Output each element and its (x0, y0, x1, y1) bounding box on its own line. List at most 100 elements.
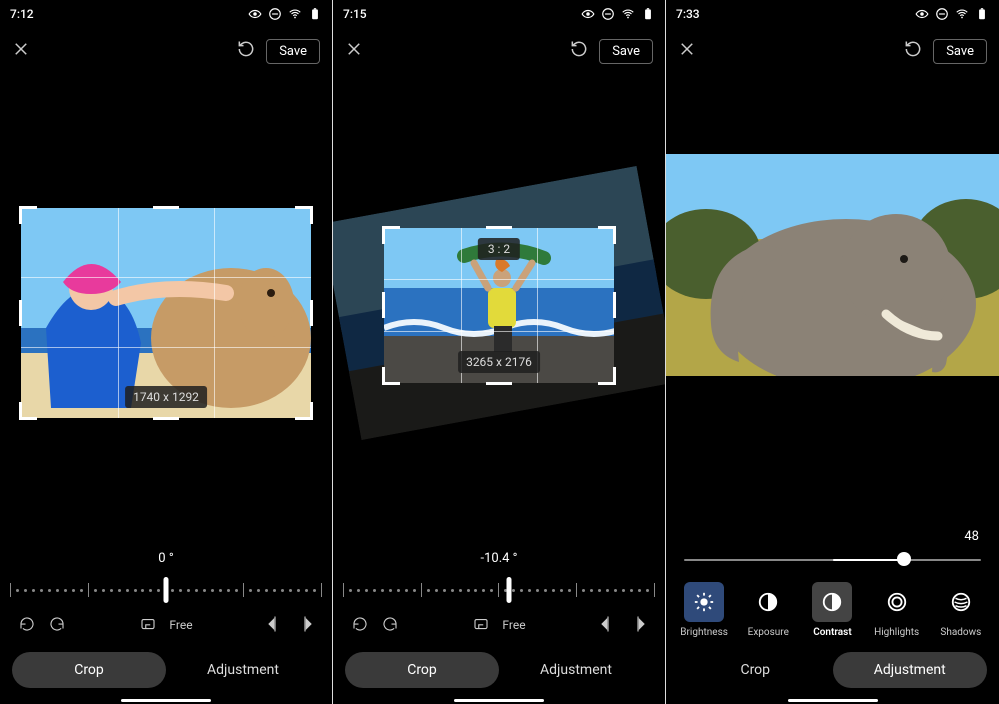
adjust-brightness-label: Brightness (680, 627, 728, 638)
crop-handle-bl[interactable] (19, 402, 37, 420)
tab-adjustment[interactable]: Adjustment (166, 652, 320, 688)
revert-button[interactable] (236, 39, 256, 63)
contrast-icon (812, 582, 852, 622)
crop-handle-tr[interactable] (598, 226, 616, 244)
adjustment-value: 48 (964, 529, 999, 550)
rotation-thumb[interactable] (164, 577, 169, 603)
eye-icon (915, 7, 929, 21)
crop-handle-right[interactable] (613, 292, 616, 318)
crop-tool-row: Free (0, 608, 332, 642)
crop-handle-br[interactable] (295, 402, 313, 420)
screen-crop-free: 7:12 Save (0, 0, 333, 704)
screen-adjustment: 7:33 Save (666, 0, 999, 704)
status-icons (581, 7, 655, 21)
battery-icon (641, 7, 655, 21)
status-bar: 7:12 (0, 0, 332, 28)
flip-vertical-button[interactable] (296, 615, 314, 636)
crop-handle-tl[interactable] (19, 206, 37, 224)
flip-vertical-button[interactable] (629, 615, 647, 636)
mode-tabs: Crop Adjustment (0, 642, 332, 696)
status-bar: 7:33 (666, 0, 999, 28)
adjust-contrast-button[interactable]: Contrast (803, 582, 861, 638)
dnd-icon (268, 7, 282, 21)
crop-dimensions: 1740 x 1292 (125, 386, 207, 408)
save-button[interactable]: Save (599, 39, 653, 64)
wifi-icon (288, 7, 302, 21)
close-button[interactable] (12, 40, 30, 62)
crop-handle-tl[interactable] (382, 226, 400, 244)
adjustment-tool-row: Brightness ExposureContrastHighlights Shad… (666, 582, 999, 642)
screen-crop-rotated: 7:15 Save (333, 0, 666, 704)
revert-button[interactable] (903, 39, 923, 63)
crop-handle-bottom[interactable] (153, 417, 179, 420)
shadows-icon (941, 582, 981, 622)
adjust-shadows-button[interactable]: Shadows (932, 582, 990, 638)
tab-crop[interactable]: Crop (12, 652, 166, 688)
exposure-icon (748, 582, 788, 622)
save-button[interactable]: Save (266, 39, 320, 64)
adjustment-slider[interactable] (684, 550, 981, 568)
rotate-ccw-button[interactable] (18, 615, 36, 636)
rotation-readout: -10.4 ° (333, 551, 665, 566)
dnd-icon (601, 7, 615, 21)
crop-handle-tr[interactable] (295, 206, 313, 224)
wifi-icon (955, 7, 969, 21)
rotate-cw-button[interactable] (48, 615, 66, 636)
highlights-icon (877, 582, 917, 622)
mode-tabs: Crop Adjustment (666, 642, 999, 696)
aspect-ratio-label: Free (502, 618, 525, 632)
crop-frame[interactable]: 1740 x 1292 (21, 208, 311, 418)
adjust-exposure-button[interactable]: Exposure (739, 582, 797, 638)
crop-canvas[interactable]: 1740 x 1292 (0, 74, 332, 551)
battery-icon (975, 7, 989, 21)
close-button[interactable] (345, 40, 363, 62)
flip-horizontal-button[interactable] (266, 615, 284, 636)
wifi-icon (621, 7, 635, 21)
aspect-ratio-button[interactable] (139, 615, 157, 636)
editor-header: Save (333, 28, 665, 74)
brightness-icon (684, 582, 724, 622)
status-time: 7:15 (343, 7, 367, 21)
nav-handle[interactable] (788, 699, 878, 702)
flip-horizontal-button[interactable] (599, 615, 617, 636)
revert-button[interactable] (569, 39, 589, 63)
adjustment-thumb[interactable] (897, 552, 911, 566)
nav-handle[interactable] (454, 699, 544, 702)
tab-adjustment[interactable]: Adjustment (499, 652, 653, 688)
crop-ratio: 3 : 2 (478, 238, 520, 260)
adjust-highlights-button[interactable]: Highlights (868, 582, 926, 638)
aspect-ratio-button[interactable] (472, 615, 490, 636)
crop-canvas[interactable]: 3 : 2 3265 x 2176 (333, 74, 665, 551)
tab-crop[interactable]: Crop (345, 652, 499, 688)
eye-icon (248, 7, 262, 21)
editor-header: Save (0, 28, 332, 74)
tab-adjustment[interactable]: Adjustment (833, 652, 988, 688)
rotate-cw-button[interactable] (381, 615, 399, 636)
rotation-slider[interactable] (0, 572, 332, 608)
status-icons (915, 7, 989, 21)
crop-handle-br[interactable] (598, 367, 616, 385)
tab-crop[interactable]: Crop (678, 652, 833, 688)
adjust-shadows-label: Shadows (940, 627, 981, 638)
status-icons (248, 7, 322, 21)
mode-tabs: Crop Adjustment (333, 642, 665, 696)
rotation-readout: 0 ° (0, 551, 332, 566)
nav-handle[interactable] (121, 699, 211, 702)
crop-handle-left[interactable] (382, 292, 385, 318)
photo-elephant (666, 154, 999, 376)
crop-handle-right[interactable] (310, 300, 313, 326)
close-button[interactable] (678, 40, 696, 62)
crop-frame[interactable]: 3 : 2 3265 x 2176 (384, 228, 614, 383)
save-button[interactable]: Save (933, 39, 987, 64)
crop-handle-top[interactable] (486, 226, 512, 229)
crop-handle-bl[interactable] (382, 367, 400, 385)
crop-handle-bottom[interactable] (486, 382, 512, 385)
photo-preview (666, 74, 999, 529)
crop-handle-top[interactable] (153, 206, 179, 209)
crop-dimensions: 3265 x 2176 (458, 351, 540, 373)
adjust-brightness-button[interactable]: Brightness (675, 582, 733, 638)
rotation-thumb[interactable] (506, 577, 511, 603)
crop-handle-left[interactable] (19, 300, 22, 326)
rotate-ccw-button[interactable] (351, 615, 369, 636)
rotation-slider[interactable] (333, 572, 665, 608)
